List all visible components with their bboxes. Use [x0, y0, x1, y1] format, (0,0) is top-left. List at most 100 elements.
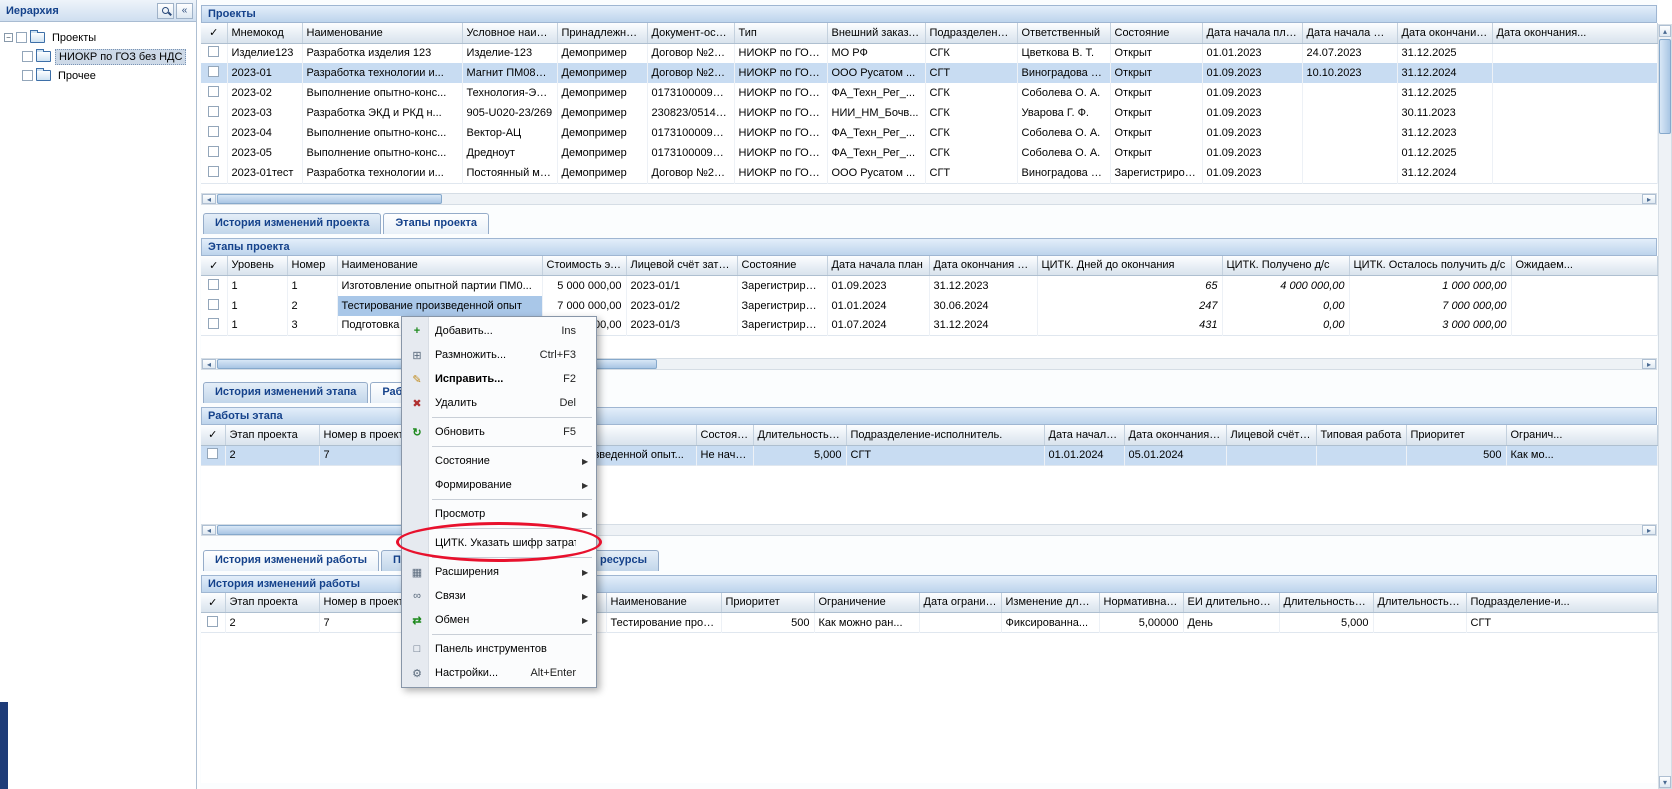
column-header[interactable]: Наименование [302, 23, 462, 43]
cell[interactable]: 01.01.2024 [827, 296, 929, 316]
column-header[interactable]: ЦИТК. Дней до окончания [1037, 256, 1222, 276]
cell[interactable]: 3 000 000,00 [1349, 316, 1511, 336]
cell[interactable]: 2023-01 [227, 63, 302, 83]
checkbox[interactable] [208, 279, 219, 290]
menu-item[interactable]: ✎Исправить...F2 [404, 367, 594, 391]
column-header[interactable]: Ожидаем... [1511, 256, 1657, 276]
column-header[interactable]: Огранич... [1506, 425, 1657, 445]
column-header[interactable]: Состояние [737, 256, 827, 276]
column-header[interactable]: Уровень [227, 256, 287, 276]
scroll-right-arrow-icon[interactable]: ▸ [1642, 359, 1656, 369]
cell[interactable]: 01.09.2023 [1202, 163, 1302, 183]
column-header[interactable]: Дата начала план [827, 256, 929, 276]
cell[interactable]: 01.09.2023 [1202, 123, 1302, 143]
cell[interactable]: 10.10.2023 [1302, 63, 1397, 83]
scroll-thumb[interactable] [1659, 39, 1671, 134]
cell[interactable]: Открыт [1110, 143, 1202, 163]
cell[interactable]: Демопример [557, 163, 647, 183]
cell[interactable]: 01.09.2023 [1202, 103, 1302, 123]
cell[interactable]: Договор №202... [647, 43, 734, 63]
column-header[interactable]: Этап проекта [225, 425, 319, 445]
cell[interactable]: Разработка технологии и... [302, 63, 462, 83]
cell[interactable]: ФА_Техн_Рег_... [827, 143, 925, 163]
cell[interactable]: СГТ [925, 63, 1017, 83]
cell[interactable]: 2023-01тест [227, 163, 302, 183]
menu-item[interactable]: Просмотр▶ [404, 502, 594, 526]
checkbox[interactable] [207, 616, 218, 627]
column-header[interactable]: ЕИ длительности [1183, 593, 1279, 613]
column-header[interactable]: Типовая работа [1316, 425, 1406, 445]
tab[interactable]: ресурсы [588, 550, 659, 571]
cell[interactable]: Изделие-123 [462, 43, 557, 63]
cell[interactable]: НИОКР по ГОЗ ... [734, 43, 827, 63]
column-header[interactable]: Этап проекта [225, 593, 319, 613]
cell[interactable]: 2 [287, 296, 337, 316]
column-header[interactable]: Дата окончания... [1492, 23, 1657, 43]
cell[interactable]: ФА_Техн_Рег_... [827, 83, 925, 103]
row-checkbox[interactable] [201, 445, 225, 465]
cell[interactable]: 230823/0514/136 [647, 103, 734, 123]
cell[interactable]: 31.12.2024 [929, 316, 1037, 336]
row-checkbox[interactable] [201, 613, 225, 633]
cell[interactable]: Демопример [557, 123, 647, 143]
column-header[interactable]: Лицевой счёт затр... [1226, 425, 1316, 445]
column-header[interactable]: Дата окончания п... [1397, 23, 1492, 43]
cell[interactable]: 30.06.2024 [929, 296, 1037, 316]
cell[interactable]: СГТ [1466, 613, 1657, 633]
checkbox[interactable] [208, 299, 219, 310]
column-header[interactable]: ✓ [201, 593, 225, 613]
search-button[interactable] [157, 3, 174, 19]
table-row[interactable]: 2023-01тестРазработка технологии и...Пос… [201, 163, 1657, 183]
column-header[interactable]: ✓ [201, 425, 225, 445]
menu-item[interactable]: Формирование▶ [404, 473, 594, 497]
table-row[interactable]: 2023-03Разработка ЭКД и РКД н...905-U020… [201, 103, 1657, 123]
column-header[interactable]: Ограничение [814, 593, 919, 613]
checkbox[interactable] [208, 106, 219, 117]
vertical-scrollbar[interactable]: ▴ ▾ [1658, 24, 1672, 789]
row-checkbox[interactable] [201, 43, 227, 63]
cell[interactable]: СГТ [925, 163, 1017, 183]
column-header[interactable]: Дата окончания план [929, 256, 1037, 276]
cell[interactable]: Технология-ЭМС [462, 83, 557, 103]
menu-item[interactable]: ∞Связи▶ [404, 584, 594, 608]
cell[interactable]: СГК [925, 83, 1017, 103]
row-checkbox[interactable] [201, 316, 227, 336]
cell[interactable]: Фиксированна... [1001, 613, 1099, 633]
cell[interactable]: Разработка изделия 123 [302, 43, 462, 63]
scroll-right-arrow-icon[interactable]: ▸ [1642, 525, 1656, 535]
column-header[interactable]: Состояние [1110, 23, 1202, 43]
cell[interactable]: 431 [1037, 316, 1222, 336]
cell[interactable]: 1 [287, 276, 337, 296]
cell[interactable] [1492, 103, 1657, 123]
tree-item[interactable]: −Проекты [4, 28, 192, 47]
cell[interactable]: 017310000922... [647, 123, 734, 143]
cell[interactable]: 1 [227, 316, 287, 336]
cell[interactable]: Уварова Г. Ф. [1017, 103, 1110, 123]
cell[interactable]: 1 [227, 276, 287, 296]
cell[interactable]: Демопример [557, 63, 647, 83]
tab[interactable]: Этапы проекта [383, 213, 489, 234]
cell[interactable]: Изготовление опытной партии ПМ0... [337, 276, 542, 296]
table-row[interactable]: 2023-02Выполнение опытно-конс...Технолог… [201, 83, 1657, 103]
cell[interactable]: 1 [227, 296, 287, 316]
column-header[interactable]: Состояние [696, 425, 753, 445]
cell[interactable]: Договор №202... [647, 63, 734, 83]
cell[interactable] [1226, 445, 1316, 465]
cell[interactable]: Соболева О. А. [1017, 83, 1110, 103]
checkbox[interactable] [208, 318, 219, 329]
cell[interactable]: 2023-03 [227, 103, 302, 123]
cell[interactable] [919, 613, 1001, 633]
cell[interactable]: 31.12.2025 [1397, 83, 1492, 103]
checkbox[interactable] [208, 66, 219, 77]
cell[interactable]: 2023-04 [227, 123, 302, 143]
checkbox[interactable] [208, 146, 219, 157]
cell[interactable]: СГК [925, 43, 1017, 63]
cell[interactable]: Виноградова А... [1017, 63, 1110, 83]
column-header[interactable]: Стоимость этапа [542, 256, 626, 276]
row-checkbox[interactable] [201, 276, 227, 296]
cell[interactable]: 2023-02 [227, 83, 302, 103]
cell[interactable]: 5,000 [753, 445, 846, 465]
cell[interactable]: 2023-01/2 [626, 296, 737, 316]
cell[interactable]: 2 [225, 613, 319, 633]
row-checkbox[interactable] [201, 123, 227, 143]
